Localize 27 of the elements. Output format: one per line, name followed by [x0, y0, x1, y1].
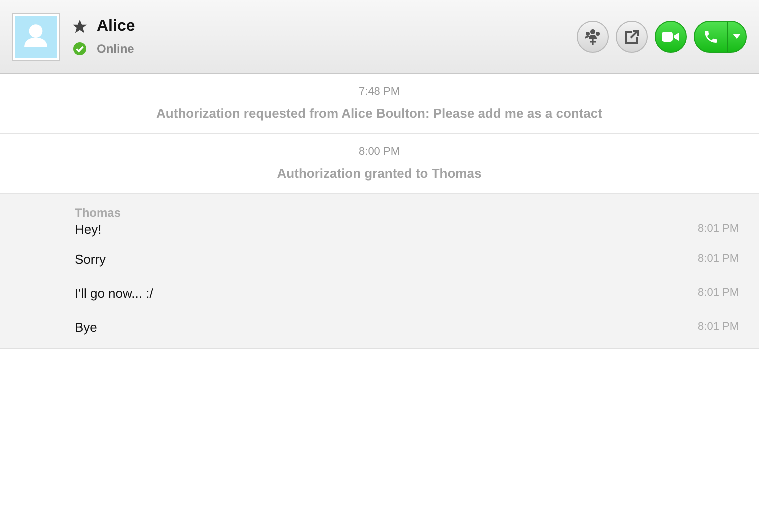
event-text: Authorization requested from Alice Boulton: Please add me as a contact: [156, 106, 602, 121]
sender-name: Thomas: [75, 206, 122, 220]
call-button[interactable]: [694, 20, 747, 52]
message-text: Hey!: [75, 222, 102, 236]
message-time: 8:01 PM: [698, 321, 739, 333]
share-icon: [624, 28, 640, 44]
video-call-button[interactable]: [655, 20, 687, 52]
event-text: Authorization granted to Thomas: [277, 166, 482, 181]
message-text: I'll go now... :/: [75, 286, 154, 300]
status-check-icon: [73, 42, 87, 56]
message-time: 8:01 PM: [698, 253, 739, 265]
message-text: Bye: [75, 320, 98, 334]
message-text: Sorry: [75, 252, 106, 266]
add-people-button[interactable]: [577, 20, 609, 52]
event-time: 7:48 PM: [359, 86, 400, 98]
contact-name: Alice: [97, 18, 136, 36]
status-text: Online: [97, 42, 134, 56]
share-button[interactable]: [616, 20, 648, 52]
video-camera-icon: [662, 30, 680, 42]
message-time: 8:01 PM: [698, 223, 739, 235]
avatar-icon: [12, 12, 60, 60]
star-icon[interactable]: [73, 20, 87, 34]
add-people-icon: [584, 28, 602, 46]
caret-icon: [733, 34, 741, 39]
event-time: 8:00 PM: [359, 146, 400, 158]
message-time: 8:01 PM: [698, 287, 739, 299]
phone-icon: [703, 28, 719, 44]
